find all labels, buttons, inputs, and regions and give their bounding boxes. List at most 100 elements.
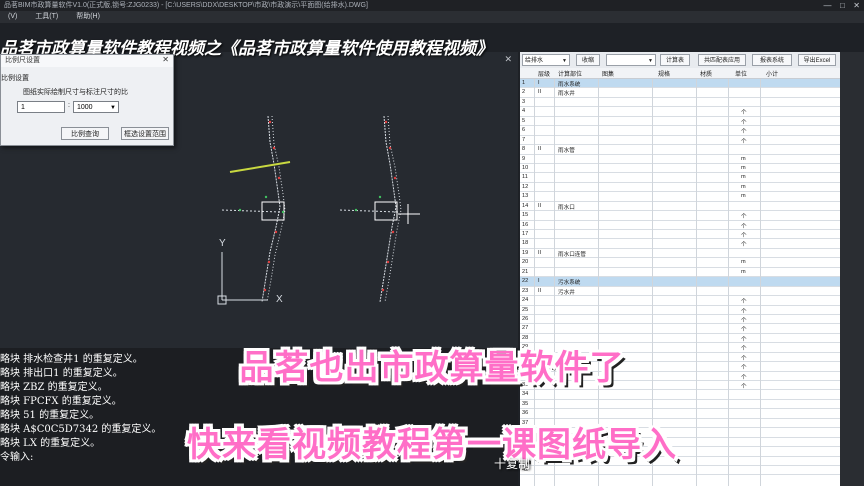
row-number: 9 bbox=[522, 155, 526, 162]
category-value: 给排水 bbox=[525, 58, 544, 64]
scale-query-button[interactable]: 比例查询 bbox=[61, 127, 109, 140]
row-level: II bbox=[538, 89, 542, 96]
row-number: 16 bbox=[522, 221, 529, 228]
table-row[interactable]: 8 II 雨水管 bbox=[520, 145, 840, 155]
table-row[interactable]: 7个 bbox=[520, 136, 840, 146]
row-part: 雨水口连管 bbox=[558, 251, 586, 258]
scale-numerator-input[interactable]: 1 bbox=[17, 101, 65, 113]
row-unit: m bbox=[741, 193, 746, 200]
pipe-drawing-left bbox=[221, 115, 291, 303]
row-number: 5 bbox=[522, 117, 526, 124]
table-row[interactable]: 23 II 污水井 bbox=[520, 287, 840, 297]
table-row[interactable]: 19 II 雨水口连管 bbox=[520, 249, 840, 259]
row-level: II bbox=[538, 202, 542, 209]
table-row[interactable]: 1 I 雨水系统 bbox=[520, 79, 840, 89]
row-number: 18 bbox=[522, 240, 529, 247]
scale-dialog: 比例尺设置 ✕ 比例设置 图纸实际绘制尺寸与标注尺寸的比 1 : 1000 ▼ … bbox=[0, 54, 174, 146]
dialog-title: 比例尺设置 bbox=[1, 55, 173, 67]
row-unit: 个 bbox=[741, 327, 747, 334]
caption-small: 十复制 bbox=[494, 457, 531, 471]
table-row[interactable]: 14 II 雨水口 bbox=[520, 202, 840, 212]
table-row[interactable]: 10 m bbox=[520, 164, 840, 174]
table-row[interactable]: 27 个 bbox=[520, 324, 840, 334]
close-icon[interactable]: ✕ bbox=[504, 54, 512, 65]
window-controls: — □ ✕ bbox=[820, 0, 860, 11]
table-row[interactable]: 13 m bbox=[520, 192, 840, 202]
header-subtotal: 小计 bbox=[766, 72, 779, 78]
table-header: 层级 计算部位 图集 规格 材质 单位 小计 bbox=[520, 68, 840, 79]
pipe-markers-right-2 bbox=[354, 195, 382, 212]
table-row[interactable]: 3 bbox=[520, 98, 840, 108]
row-number: 23 bbox=[522, 287, 529, 294]
row-number: 10 bbox=[522, 164, 529, 171]
category-select[interactable]: 给排水 ▼ bbox=[522, 54, 570, 66]
row-number: 25 bbox=[522, 306, 529, 313]
menu-help[interactable]: 帮助(H) bbox=[68, 11, 108, 23]
table-row[interactable]: 15 个 bbox=[520, 211, 840, 221]
ucs-axis-icon bbox=[217, 252, 268, 305]
row-number: 27 bbox=[522, 325, 529, 332]
menu-bar: (V) 工具(T) 帮助(H) bbox=[0, 11, 864, 23]
row-number: 24 bbox=[522, 297, 529, 304]
row-number: 20 bbox=[522, 259, 529, 266]
table-row[interactable]: 6个 bbox=[520, 126, 840, 136]
row-number: 15 bbox=[522, 212, 529, 219]
row-unit: m bbox=[741, 174, 746, 181]
table-row[interactable]: 22 I 污水系统 bbox=[520, 277, 840, 287]
quantity-table[interactable]: 1 I 雨水系统 2 II 雨水井 3 4 个 5 个 6 个 7 个 8 II 雨水管 9 m 10 m 11 m 12 m 13… bbox=[520, 79, 840, 476]
filter-select[interactable]: ▼ bbox=[606, 54, 656, 66]
row-number: 26 bbox=[522, 315, 529, 322]
maximize-button[interactable]: □ bbox=[836, 1, 845, 10]
calc-table-button[interactable]: 计算表 bbox=[660, 54, 690, 66]
minimize-button[interactable]: — bbox=[820, 1, 832, 10]
table-row[interactable]: 9m bbox=[520, 155, 840, 164]
table-row[interactable]: 5个 bbox=[520, 117, 840, 127]
table-row[interactable]: 18 个 bbox=[520, 239, 840, 249]
table-row[interactable]: 2 II 雨水井 bbox=[520, 88, 840, 98]
row-number: 22 bbox=[522, 278, 529, 285]
header-part: 计算部位 bbox=[558, 72, 583, 78]
table-row[interactable]: 11 m bbox=[520, 173, 840, 183]
header-unit: 单位 bbox=[735, 72, 748, 78]
dialog-description: 图纸实际绘制尺寸与标注尺寸的比 bbox=[23, 89, 128, 96]
table-row[interactable]: 4个 bbox=[520, 107, 840, 117]
header-level: 层级 bbox=[538, 72, 551, 78]
config-apply-button[interactable]: 共匹配表应用 bbox=[698, 54, 746, 66]
table-row[interactable]: 12 m bbox=[520, 183, 840, 193]
table-row[interactable]: 42 bbox=[520, 466, 840, 476]
axis-x-label: X bbox=[276, 294, 283, 305]
row-unit: 个 bbox=[741, 223, 747, 230]
row-number: 14 bbox=[522, 202, 529, 209]
table-row[interactable]: 21 m bbox=[520, 268, 840, 278]
report-system-button[interactable]: 报表系统 bbox=[752, 54, 792, 66]
table-row[interactable]: 35 bbox=[520, 400, 840, 410]
row-number: 11 bbox=[522, 174, 528, 181]
menu-view[interactable]: (V) bbox=[0, 11, 25, 23]
dialog-close-icon[interactable]: ✕ bbox=[162, 55, 169, 64]
row-unit: m bbox=[741, 155, 746, 162]
row-level: II bbox=[538, 287, 542, 294]
row-unit: 个 bbox=[741, 308, 747, 315]
scale-denominator-select[interactable]: 1000 ▼ bbox=[73, 101, 119, 113]
row-number: 21 bbox=[522, 268, 529, 275]
table-row[interactable]: 16 个 bbox=[520, 221, 840, 230]
table-row[interactable]: 17 个 bbox=[520, 230, 840, 240]
close-button[interactable]: ✕ bbox=[849, 1, 860, 10]
select-range-button[interactable]: 框选设置范围 bbox=[121, 127, 169, 140]
row-unit: 个 bbox=[741, 299, 747, 306]
table-row[interactable]: 20 m bbox=[520, 258, 840, 268]
table-row[interactable]: 25 个 bbox=[520, 306, 840, 315]
caption-line-2: 快来看视频教程第一课图纸导入 bbox=[187, 426, 677, 464]
row-unit: 个 bbox=[741, 233, 747, 239]
table-row[interactable]: 24 个 bbox=[520, 296, 840, 306]
table-row[interactable]: 34 bbox=[520, 390, 840, 400]
row-number: 17 bbox=[522, 231, 529, 237]
collapse-button[interactable]: 收缩 bbox=[576, 54, 600, 66]
row-number: 13 bbox=[522, 193, 529, 200]
menu-tools[interactable]: 工具(T) bbox=[27, 11, 66, 23]
export-excel-button[interactable]: 导出Excel bbox=[798, 54, 836, 66]
table-row[interactable]: 26 个 bbox=[520, 315, 840, 325]
row-part: 污水井 bbox=[558, 289, 575, 296]
row-unit: 个 bbox=[741, 138, 747, 145]
row-number: 8 bbox=[522, 146, 526, 153]
